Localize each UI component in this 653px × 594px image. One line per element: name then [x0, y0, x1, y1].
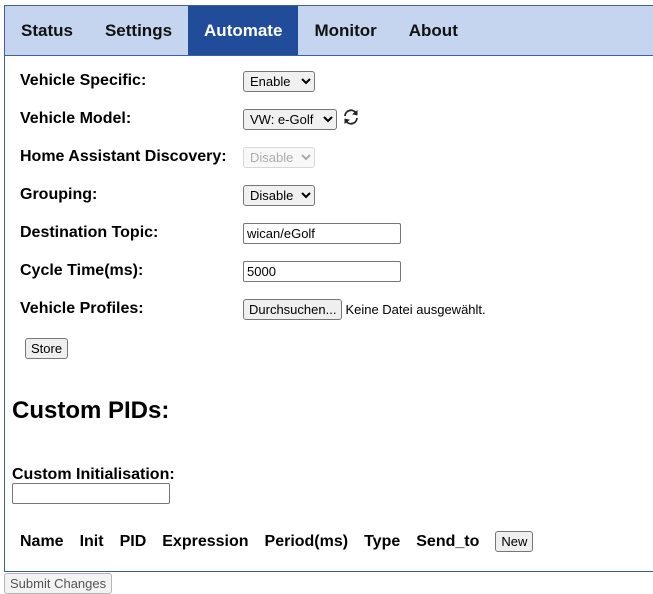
grouping-select[interactable]: Disable	[243, 185, 315, 206]
tab-about[interactable]: About	[393, 6, 474, 55]
pid-table-header: Name Init PID Expression Period(ms) Type…	[20, 531, 534, 552]
col-period: Period(ms)	[264, 532, 349, 550]
file-status-text: Keine Datei ausgewählt.	[345, 302, 486, 317]
cycle-time-input[interactable]	[243, 261, 401, 282]
custom-init-label: Custom Initialisation:	[12, 466, 175, 483]
ha-discovery-select: Disable	[243, 147, 315, 168]
destination-topic-label: Destination Topic:	[20, 224, 159, 241]
tab-monitor[interactable]: Monitor	[298, 6, 392, 55]
refresh-icon[interactable]	[341, 108, 361, 131]
new-pid-button[interactable]: New	[495, 531, 534, 552]
vehicle-model-label: Vehicle Model:	[20, 110, 132, 127]
cycle-time-label: Cycle Time(ms):	[20, 262, 144, 279]
destination-topic-input[interactable]	[243, 223, 401, 244]
vehicle-specific-label: Vehicle Specific:	[20, 72, 147, 89]
tab-settings[interactable]: Settings	[89, 6, 188, 55]
custom-init-input[interactable]	[12, 483, 170, 504]
vehicle-specific-select[interactable]: Enable	[243, 71, 315, 92]
submit-changes-button[interactable]: Submit Changes	[4, 573, 113, 594]
tab-automate[interactable]: Automate	[188, 6, 299, 55]
col-init: Init	[79, 532, 104, 550]
browse-file-button[interactable]: Durchsuchen...	[243, 299, 343, 320]
col-type: Type	[364, 532, 401, 550]
store-button[interactable]: Store	[25, 338, 69, 359]
custom-pids-title: Custom PIDs:	[12, 397, 170, 424]
vehicle-model-select[interactable]: VW: e-Golf	[243, 109, 337, 130]
col-name: Name	[20, 532, 64, 550]
vehicle-profiles-label: Vehicle Profiles:	[20, 300, 144, 317]
tab-status[interactable]: Status	[5, 6, 89, 55]
col-send-to: Send_to	[416, 532, 480, 550]
grouping-label: Grouping:	[20, 186, 98, 203]
tab-bar: Status Settings Automate Monitor About	[5, 6, 653, 56]
col-expression: Expression	[162, 532, 249, 550]
ha-discovery-label: Home Assistant Discovery:	[20, 148, 227, 165]
col-pid: PID	[119, 532, 147, 550]
